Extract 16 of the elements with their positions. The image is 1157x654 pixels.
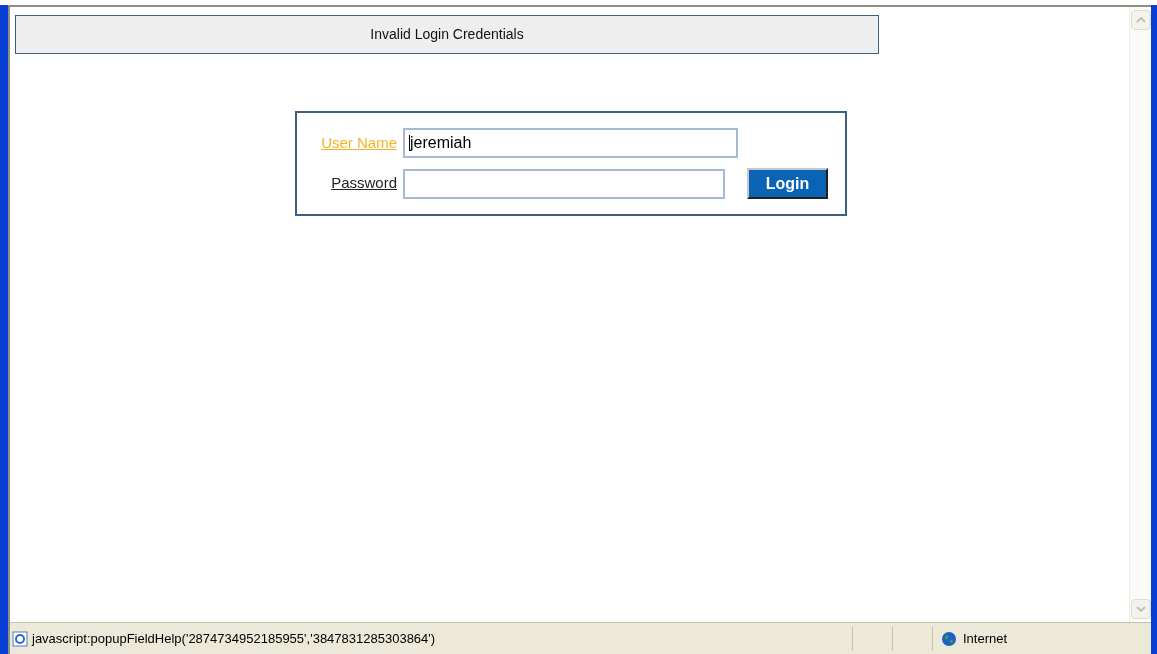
scroll-down-button[interactable] [1130,599,1151,619]
error-banner: Invalid Login Credentials [15,15,879,54]
field-label-link[interactable]: Password [305,172,397,195]
scroll-up-button[interactable] [1130,10,1151,30]
zone-label: Internet [963,629,1008,648]
page-icon [12,630,28,647]
text-field[interactable]: jeremiah [403,128,738,158]
login-button[interactable]: Login [747,168,828,199]
field-value: jeremiah [410,133,472,153]
text-field[interactable] [403,168,725,199]
chevron-up-icon [1135,17,1146,23]
status-text: javascript:popupFieldHelp('2874734952185955','3847831285303864') [32,629,436,648]
globe-icon [941,630,957,647]
scrollbar[interactable] [1129,7,1151,622]
text-cursor-icon [409,135,410,151]
chevron-down-icon [1135,606,1146,612]
